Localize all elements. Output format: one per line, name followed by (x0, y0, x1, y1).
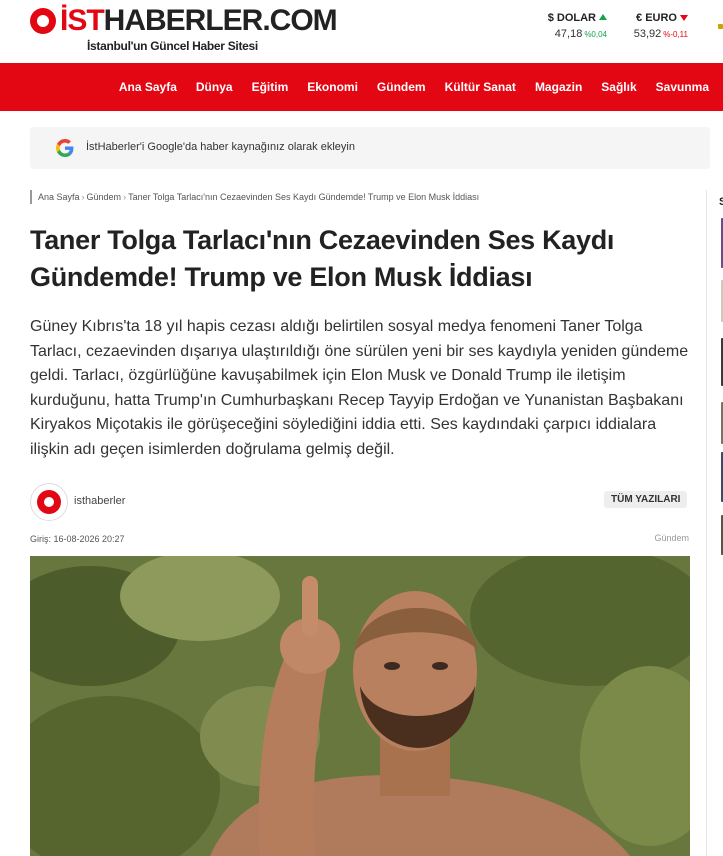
logo-slogan: İstanbul'un Güncel Haber Sitesi (87, 39, 258, 53)
arrow-down-icon (680, 15, 688, 21)
nav-item[interactable]: Dünya (196, 80, 233, 94)
breadcrumb-category[interactable]: Gündem (87, 192, 122, 202)
nav-item[interactable]: Magazin (535, 80, 582, 94)
nav-item[interactable]: Kültür Sanat (445, 80, 516, 94)
nav-item[interactable]: Sağlık (601, 80, 636, 94)
logo-ist: İST (60, 4, 105, 37)
nav-item[interactable]: Eğitim (252, 80, 289, 94)
arrow-up-icon (599, 14, 607, 20)
sidebar-heading: S (719, 196, 723, 208)
article-title: Taner Tolga Tarlacı'nın Cezaevinden Ses … (30, 225, 615, 292)
currency-value: 53,92 (633, 28, 662, 40)
currency-name: € EURO (618, 12, 688, 24)
author-avatar[interactable] (30, 483, 68, 521)
sidebar: S (706, 190, 723, 856)
google-icon (56, 139, 74, 157)
site-header: İSTHABERLER.COM İstanbul'un Güncel Haber… (0, 0, 723, 63)
google-source-bar[interactable]: İstHaberler'i Google'da haber kaynağınız… (30, 127, 710, 169)
nav-item[interactable]: Ekonomi (307, 80, 358, 94)
currency-dollar[interactable]: $ DOLAR 47,18 %0,04 (537, 12, 607, 40)
currency-value: 47,18 (554, 28, 583, 40)
nav-items: Ana Sayfa Dünya Eğitim Ekonomi Gündem Kültür … (100, 63, 709, 111)
article-hero-image (30, 556, 690, 856)
logo-rest: HABERLER.COM (103, 4, 338, 37)
breadcrumb-separator: › (81, 192, 85, 202)
currency-name: $ DOLAR (537, 12, 607, 24)
article-category[interactable]: Gündem (654, 533, 689, 543)
currency-overflow (718, 12, 723, 42)
nav-item[interactable]: Ana Sayfa (119, 80, 177, 94)
article-summary: Güney Kıbrıs'ta 18 yıl hapis cezası aldı… (30, 318, 689, 458)
google-source-text: İstHaberler'i Google'da haber kaynağınız… (86, 141, 355, 153)
logo-wordmark: İSTHABERLER.COM (60, 4, 338, 38)
currency-change: %0,04 (584, 30, 607, 39)
main-nav: Ana Sayfa Dünya Eğitim Ekonomi Gündem Kültür … (0, 63, 723, 111)
nav-item[interactable]: Gündem (377, 80, 426, 94)
breadcrumb-separator: › (123, 192, 127, 202)
currency-euro[interactable]: € EURO 53,92 %-0,11 (618, 12, 688, 40)
currency-row: 53,92 %-0,11 (618, 28, 688, 40)
currency-row: 47,18 %0,04 (537, 28, 607, 40)
breadcrumb: Ana Sayfa › Gündem › Taner Tolga Tarlacı'nın… (30, 190, 479, 204)
publish-date: Giriş: 16-08-2026 20:27 (30, 534, 125, 544)
all-posts-button[interactable]: TÜM YAZILARI (604, 491, 688, 508)
currency-change: %-0,11 (663, 30, 688, 39)
breadcrumb-current: Taner Tolga Tarlacı'nın Cezaevinden Ses … (128, 192, 480, 202)
logo-mark-icon (30, 8, 56, 34)
breadcrumb-home[interactable]: Ana Sayfa (38, 192, 80, 202)
hero-photo (30, 556, 690, 856)
nav-item[interactable]: Savunma (656, 80, 709, 94)
author-name[interactable]: isthaberler (74, 495, 125, 507)
